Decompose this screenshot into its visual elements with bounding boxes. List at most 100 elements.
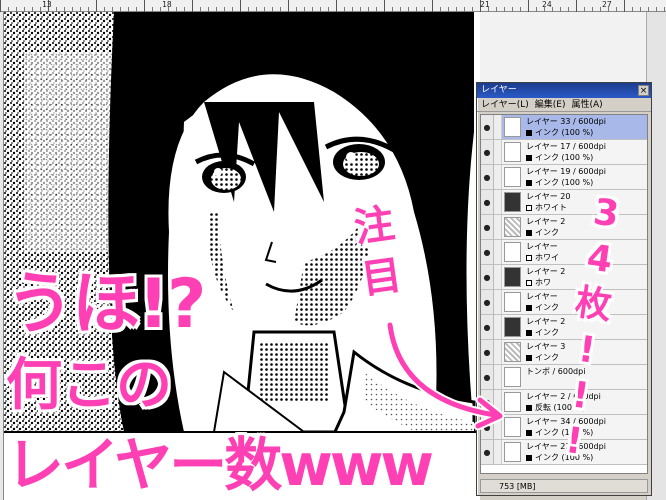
caption-glyph: ! [563,419,586,463]
layer-mode-label: ホワ [535,278,551,287]
eye-icon[interactable]: ● [481,115,494,139]
ruler-label: 27 [602,0,612,9]
ruler-tick [192,0,193,12]
layer-mode-label: インク [535,228,559,237]
lock-toggle[interactable] [494,440,502,464]
layer-row[interactable]: ● レイヤー 19 / 600dpi インク (100 %) [481,165,647,190]
ruler-tick [528,0,529,12]
caption-layer-count: レイヤー数www [6,431,434,499]
layer-thumbnail [504,192,521,212]
ruler-tick [96,0,97,12]
color-swatch-icon [526,129,532,136]
ruler-label: 21 [480,0,490,9]
lock-toggle[interactable] [494,240,502,264]
eye-icon[interactable]: ● [481,215,494,239]
lock-toggle[interactable] [494,290,502,314]
layer-row[interactable]: ● レイヤー インク [481,290,647,315]
layer-mode-label: ホワイ [535,253,559,262]
lock-toggle[interactable] [494,265,502,289]
layer-info: レイヤー 33 / 600dpi インク (100 %) [523,115,647,139]
layer-thumbnail [504,167,521,187]
color-swatch-icon [526,329,532,336]
workspace-background [480,12,666,88]
color-swatch-icon [526,354,532,361]
menu-edit[interactable]: 編集(E) [535,98,566,111]
ruler-label: 13 [42,0,52,9]
ruler-tick [336,0,337,12]
eye-icon[interactable]: ● [481,165,494,189]
ruler-tick [624,0,625,12]
caption-glyph: ! [569,374,592,418]
ruler-tick [432,0,433,12]
ruler-label: 18 [162,0,172,9]
caption-glyph: 注 [351,200,398,252]
lock-toggle[interactable] [494,190,502,214]
close-icon[interactable]: × [638,85,649,96]
layer-mode-label: インク [535,328,559,337]
color-swatch-icon [526,429,532,436]
layer-info: レイヤー 19 / 600dpi インク (100 %) [523,165,647,189]
eye-icon[interactable]: ● [481,440,494,464]
eye-icon[interactable]: ● [481,265,494,289]
palette-title: レイヤー [481,85,517,95]
layer-thumbnail [504,442,521,462]
caption-glyph: 目 [358,252,405,304]
menu-layer[interactable]: レイヤー(L) [481,98,529,111]
caption-glyph: ! [575,328,598,372]
ruler-tick [0,0,1,12]
top-ruler: 13 18 21 24 27 [0,0,666,12]
ruler-tick [576,0,577,12]
color-swatch-icon [526,304,532,311]
ruler-label: 24 [542,0,552,9]
ruler-tick [288,0,289,12]
palette-title-bar[interactable]: レイヤー × [477,83,651,98]
ruler-tick [144,0,145,12]
color-swatch-icon [526,154,532,161]
palette-menu-bar: レイヤー(L) 編集(E) 属性(A) [477,98,651,112]
color-swatch-icon [526,254,532,261]
caption-glyph: 4 [584,237,615,282]
lock-toggle[interactable] [494,140,502,164]
memory-status: 753 [MB] [480,479,648,493]
eye-icon[interactable]: ● [481,190,494,214]
layer-info: レイヤー 17 / 600dpi インク (100 %) [523,140,647,164]
menu-attribute[interactable]: 属性(A) [572,98,603,111]
ruler-tick [240,0,241,12]
color-swatch-icon [526,204,532,211]
layer-thumbnail [504,242,521,262]
layer-mode-label: インク (100 %) [535,128,594,137]
layer-mode: インク (100 %) [526,177,647,188]
color-swatch-icon [526,179,532,186]
color-swatch-icon [526,279,532,286]
layer-mode: インク (100 %) [526,152,647,163]
layer-name: レイヤー 17 / 600dpi [526,142,606,151]
color-swatch-icon [526,229,532,236]
layer-row[interactable]: ● レイヤー 17 / 600dpi インク (100 %) [481,140,647,165]
caption-glyph: 3 [590,191,622,236]
lock-toggle[interactable] [494,115,502,139]
layer-mode: インク (100 %) [526,127,647,138]
layer-mode-label: インク (100 %) [535,153,594,162]
caption-uho: うほ!? [6,265,206,344]
layer-row[interactable]: ● レイヤー 33 / 600dpi インク (100 %) [481,115,647,140]
lock-toggle[interactable] [494,215,502,239]
caption-nanikono: 何この [6,353,172,418]
eye-icon[interactable]: ● [481,290,494,314]
caption-glyph: 枚 [572,281,614,328]
layer-thumbnail [504,117,521,137]
color-swatch-icon [526,454,532,461]
color-swatch-icon [526,404,532,411]
lock-toggle[interactable] [494,165,502,189]
pointing-arrow [385,320,505,430]
eye-icon[interactable]: ● [481,140,494,164]
layer-thumbnail [504,142,521,162]
layer-name: レイヤー 33 / 600dpi [526,117,606,126]
ruler-tick [384,0,385,12]
layer-mode-label: ホワイト [535,203,567,212]
layer-mode-label: インク [535,353,559,362]
layer-thumbnail [504,267,521,287]
eye-icon[interactable]: ● [481,240,494,264]
layer-thumbnail [504,292,521,312]
layer-mode-label: インク (100 %) [535,178,594,187]
layer-name: レイヤー 19 / 600dpi [526,167,606,176]
